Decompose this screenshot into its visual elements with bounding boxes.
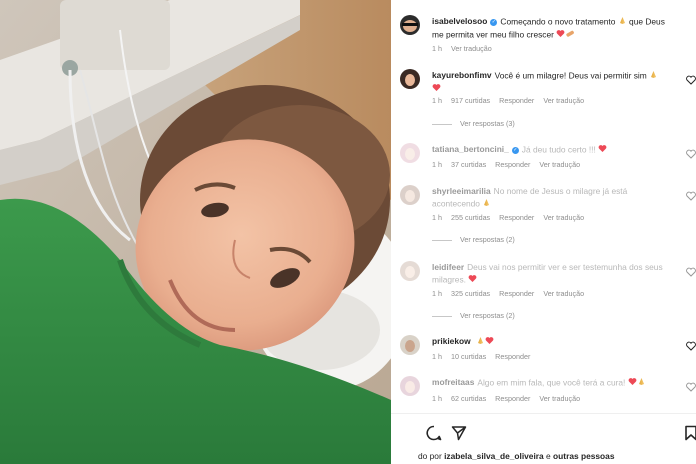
- avatar[interactable]: [400, 261, 420, 281]
- heart-icon[interactable]: [686, 72, 696, 85]
- post-photo: [0, 0, 391, 464]
- pray-emoji-icon: [649, 70, 658, 83]
- comment-meta: 1 h 917 curtidas Responder Ver tradução: [432, 96, 585, 105]
- heart-icon: [468, 274, 477, 287]
- translate-link[interactable]: Ver tradução: [451, 44, 492, 53]
- liked-by: do por izabela_silva_de_oliveira e outra…: [418, 451, 615, 461]
- avatar[interactable]: [400, 335, 420, 355]
- translate-link[interactable]: Ver tradução: [543, 213, 584, 222]
- heart-icon[interactable]: [686, 338, 696, 351]
- translate-link[interactable]: Ver tradução: [543, 96, 584, 105]
- heart-icon[interactable]: [686, 146, 696, 159]
- reply-link[interactable]: Responder: [495, 352, 530, 361]
- bookmark-icon[interactable]: [683, 425, 696, 441]
- comment-meta: 1 h 37 curtidas Responder Ver tradução: [432, 160, 581, 169]
- bandage-emoji-icon: [565, 29, 575, 42]
- comments-panel: isabelvelosoo ✓ Começando o novo tratament…: [391, 0, 696, 464]
- liked-others[interactable]: outras pessoas: [553, 451, 614, 461]
- reply-link[interactable]: Responder: [499, 213, 534, 222]
- view-replies[interactable]: Ver respostas (2): [432, 235, 515, 244]
- share-icon[interactable]: [451, 425, 467, 441]
- avatar[interactable]: [400, 69, 420, 89]
- liked-user[interactable]: izabela_silva_de_oliveira: [444, 451, 544, 461]
- comment-text: mofreitaas Algo em mim fala, que você ter…: [432, 377, 676, 390]
- comment-text: tatiana_bertoncini_ ✓ Já deu tudo certo !!…: [432, 144, 676, 157]
- avatar[interactable]: [400, 143, 420, 163]
- verified-icon: ✓: [511, 146, 519, 154]
- reply-link[interactable]: Responder: [495, 160, 530, 169]
- translate-link[interactable]: Ver tradução: [539, 394, 580, 403]
- comment-meta: 1 h 255 curtidas Responder Ver tradução: [432, 213, 585, 222]
- heart-icon[interactable]: [686, 264, 696, 277]
- reply-link[interactable]: Responder: [499, 289, 534, 298]
- translate-link[interactable]: Ver tradução: [543, 289, 584, 298]
- comment-text: kayurebonfimv Você é um milagre! Deus vai…: [432, 70, 676, 95]
- view-replies[interactable]: Ver respostas (2): [432, 311, 515, 320]
- pray-emoji-icon: [476, 336, 485, 349]
- comment-meta: 1 h 10 curtidas Responder: [432, 352, 531, 361]
- reply-link[interactable]: Responder: [495, 394, 530, 403]
- comment-meta: 1 h 62 curtidas Responder Ver tradução: [432, 394, 581, 403]
- comment-meta: 1 h 325 curtidas Responder Ver tradução: [432, 289, 585, 298]
- heart-icon[interactable]: [686, 188, 696, 201]
- heart-icon: [598, 144, 607, 157]
- comment-text: prikiekow: [432, 336, 676, 349]
- comment-text: leidifeer Deus vai nos permitir ver e ser…: [432, 262, 676, 286]
- avatar[interactable]: [400, 376, 420, 396]
- comment-icon[interactable]: [426, 425, 442, 441]
- caption-meta: 1 h Ver tradução: [432, 44, 492, 53]
- heart-icon: [432, 83, 441, 96]
- comment-text: shyrleeimarilia No nome de Jesus o milagr…: [432, 186, 676, 210]
- pray-emoji-icon: [637, 377, 646, 390]
- pray-emoji-icon: [618, 16, 627, 29]
- avatar[interactable]: [400, 15, 420, 35]
- heart-icon: [485, 336, 494, 349]
- avatar[interactable]: [400, 185, 420, 205]
- heart-icon[interactable]: [686, 379, 696, 392]
- caption-text: isabelvelosoo ✓ Começando o novo tratament…: [432, 16, 676, 41]
- view-replies[interactable]: Ver respostas (3): [432, 119, 515, 128]
- heart-icon: [628, 377, 637, 390]
- reply-link[interactable]: Responder: [499, 96, 534, 105]
- heart-icon: [556, 29, 565, 42]
- translate-link[interactable]: Ver tradução: [539, 160, 580, 169]
- pray-emoji-icon: [482, 198, 491, 211]
- username[interactable]: isabelvelosoo: [432, 16, 487, 26]
- verified-icon: ✓: [490, 18, 498, 26]
